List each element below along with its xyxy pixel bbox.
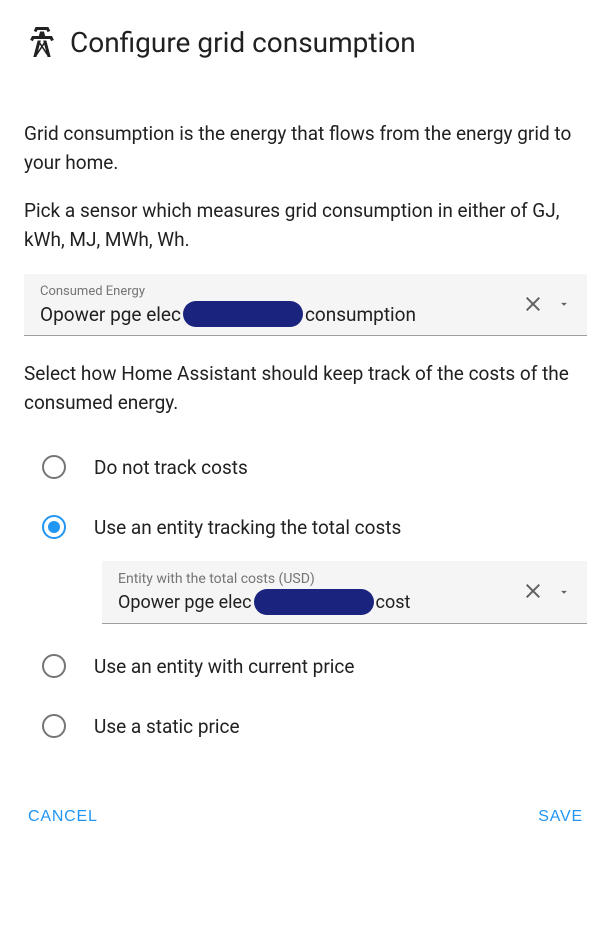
dialog-title: Configure grid consumption [70, 26, 416, 59]
consumed-energy-select[interactable]: Consumed Energy Opower pge elec consumpt… [24, 274, 587, 336]
radio-icon [42, 714, 66, 738]
cost-entity-select[interactable]: Entity with the total costs (USD) Opower… [102, 561, 587, 624]
cost-entity-value: Opower pge elec cost [118, 589, 521, 615]
configure-grid-dialog: Configure grid consumption Grid consumpt… [0, 0, 611, 780]
radio-label: Use an entity tracking the total costs [94, 516, 401, 539]
radio-entity-current[interactable]: Use an entity with current price [24, 636, 587, 696]
save-button[interactable]: SAVE [534, 800, 587, 834]
redacted-text [254, 589, 374, 615]
clear-icon[interactable] [521, 579, 545, 607]
costs-description: Select how Home Assistant should keep tr… [24, 360, 587, 417]
radio-entity-total[interactable]: Use an entity tracking the total costs [24, 497, 587, 557]
redacted-text [183, 301, 303, 327]
cost-tracking-radio-group: Do not track costs Use an entity trackin… [24, 437, 587, 756]
clear-icon[interactable] [521, 292, 545, 320]
cost-entity-wrapper: Entity with the total costs (USD) Opower… [102, 561, 587, 624]
radio-label: Do not track costs [94, 456, 248, 479]
cancel-button[interactable]: CANCEL [24, 800, 102, 834]
dialog-header: Configure grid consumption [24, 24, 587, 60]
consumed-energy-label: Consumed Energy [40, 284, 521, 299]
radio-no-track[interactable]: Do not track costs [24, 437, 587, 497]
dialog-footer: CANCEL SAVE [0, 780, 611, 858]
radio-icon [42, 455, 66, 479]
chevron-down-icon[interactable] [557, 584, 571, 603]
radio-label: Use an entity with current price [94, 655, 354, 678]
transmission-tower-icon [24, 24, 60, 60]
consumed-energy-value: Opower pge elec consumption [40, 301, 521, 327]
radio-static-price[interactable]: Use a static price [24, 696, 587, 756]
radio-label: Use a static price [94, 715, 240, 738]
chevron-down-icon[interactable] [557, 296, 571, 315]
radio-icon [42, 654, 66, 678]
cost-entity-label: Entity with the total costs (USD) [118, 571, 521, 587]
radio-icon [42, 515, 66, 539]
units-text: Pick a sensor which measures grid consum… [24, 197, 587, 254]
intro-text: Grid consumption is the energy that flow… [24, 120, 587, 177]
